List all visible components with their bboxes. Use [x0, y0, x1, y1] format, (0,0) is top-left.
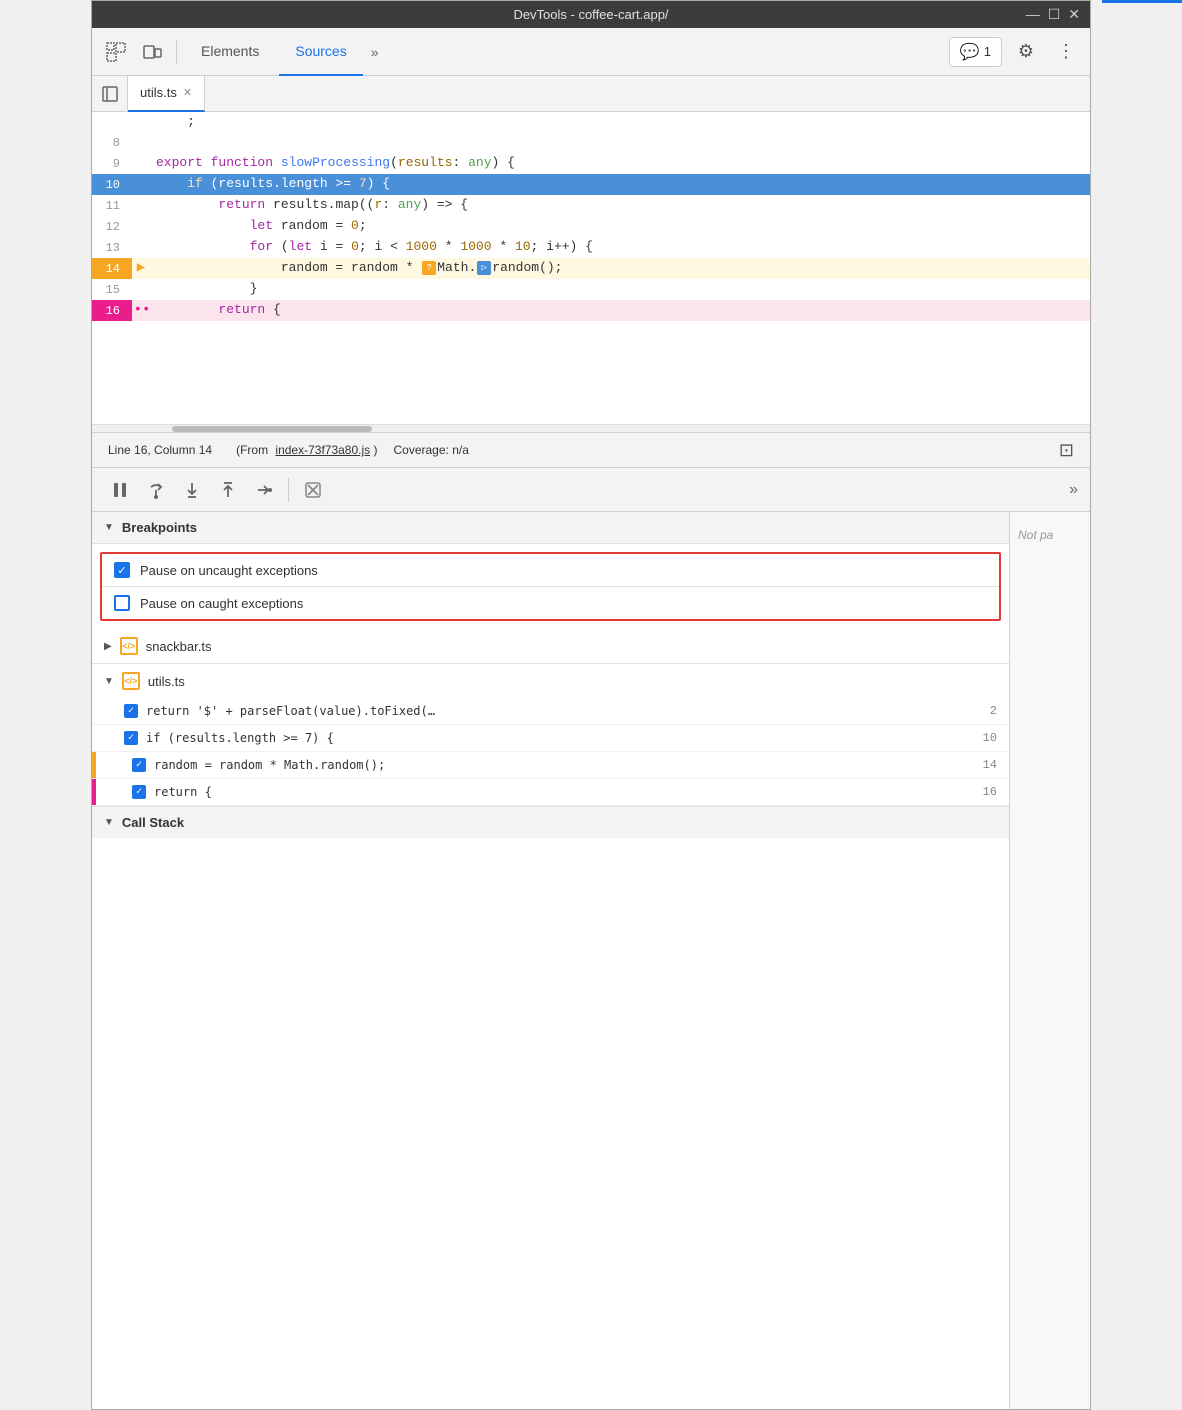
bp-cb-line16[interactable] [132, 785, 146, 799]
bp-file-utils-header[interactable]: ▼ </> utils.ts [92, 664, 1009, 698]
code-line: 8 [92, 132, 1090, 153]
step-into-btn[interactable] [176, 474, 208, 506]
source-file-link[interactable]: index-73f73a80.js [275, 443, 370, 457]
bp-cb-line2[interactable] [124, 704, 138, 718]
console-count: 1 [984, 44, 991, 59]
pause-caught-item[interactable]: Pause on caught exceptions [102, 587, 999, 619]
code-editor: ; 8 9 export function slowProcessing(res… [92, 112, 1090, 432]
bp-file-utils: ▼ </> utils.ts return '$' + parseFloat(v… [92, 664, 1009, 807]
deactivate-breakpoints-btn[interactable] [297, 474, 329, 506]
pause-uncaught-checkbox[interactable] [114, 562, 130, 578]
window-title: DevTools - coffee-cart.app/ [513, 7, 668, 22]
nav-divider-1 [176, 40, 177, 64]
call-stack-arrow: ▼ [104, 817, 114, 828]
code-line: 12 let random = 0; [92, 216, 1090, 237]
title-bar: DevTools - coffee-cart.app/ — ☐ ✕ [92, 1, 1090, 28]
minimize-btn[interactable]: — [1026, 6, 1040, 23]
bp-item-line2[interactable]: return '$' + parseFloat(value).toFixed(…… [92, 698, 1009, 725]
file-tabs-bar: utils.ts ✕ [92, 76, 1090, 112]
bottom-panel: ▼ Breakpoints Pause on uncaught exceptio… [92, 512, 1090, 1409]
nav-bar: Elements Sources » 💬 1 ⚙ ⋮ [92, 28, 1090, 76]
inspect-icon[interactable] [100, 36, 132, 68]
panel-left: ▼ Breakpoints Pause on uncaught exceptio… [92, 512, 1010, 1409]
bp-code-line14: random = random * Math.random(); [154, 758, 385, 772]
file-tab-close-btn[interactable]: ✕ [183, 86, 192, 99]
console-badge-btn[interactable]: 💬 1 [949, 37, 1002, 67]
bp-item-line14[interactable]: random = random * Math.random(); 14 [92, 752, 1009, 779]
device-toggle-icon[interactable] [136, 36, 168, 68]
code-line: 13 for (let i = 0; i < 1000 * 1000 * 10;… [92, 237, 1090, 258]
code-content[interactable]: ; 8 9 export function slowProcessing(res… [92, 112, 1090, 424]
status-bar: Line 16, Column 14 (From index-73f73a80.… [92, 432, 1090, 468]
more-tabs-chevron[interactable]: » [367, 44, 383, 60]
coverage-status: Coverage: n/a [394, 443, 469, 457]
more-options-icon[interactable]: ⋮ [1050, 36, 1082, 68]
code-line: 9 export function slowProcessing(results… [92, 153, 1090, 174]
bp-line-num-2: 2 [977, 704, 997, 718]
cursor-position: Line 16, Column 14 [108, 443, 212, 457]
code-line: 11 return results.map((r: any) => { [92, 195, 1090, 216]
nav-right: 💬 1 ⚙ ⋮ [949, 36, 1082, 68]
call-stack-label: Call Stack [122, 815, 184, 830]
step-btn[interactable] [248, 474, 280, 506]
breakpoints-label: Breakpoints [122, 520, 197, 535]
horizontal-scrollbar[interactable] [92, 424, 1090, 432]
breakpoints-section-header[interactable]: ▼ Breakpoints [92, 512, 1009, 544]
settings-icon[interactable]: ⚙ [1010, 36, 1042, 68]
utils-collapse-arrow: ▼ [104, 676, 114, 687]
tab-sources[interactable]: Sources [279, 28, 362, 76]
exception-box: Pause on uncaught exceptions Pause on ca… [100, 552, 1001, 621]
bp-file-snackbar-header[interactable]: ▶ </> snackbar.ts [92, 629, 1009, 663]
step-over-btn[interactable] [140, 474, 172, 506]
step-out-btn[interactable] [212, 474, 244, 506]
code-line-10: 10 if (results.length >= 7) { [92, 174, 1090, 195]
bp-item-line10[interactable]: if (results.length >= 7) { 10 [92, 725, 1009, 752]
pause-uncaught-item[interactable]: Pause on uncaught exceptions [102, 554, 999, 587]
maximize-btn[interactable]: ☐ [1048, 6, 1061, 23]
utils-filename: utils.ts [148, 674, 185, 689]
breakpoints-arrow: ▼ [104, 522, 114, 533]
snackbar-file-icon: </> [120, 637, 138, 655]
window-controls: — ☐ ✕ [1026, 6, 1080, 23]
console-icon: 💬 [960, 42, 980, 62]
bp-code-line2: return '$' + parseFloat(value).toFixed(… [146, 704, 435, 718]
bp-cb-line14[interactable] [132, 758, 146, 772]
code-line: 15 } [92, 279, 1090, 300]
bp-code-line10: if (results.length >= 7) { [146, 731, 334, 745]
bp-file-snackbar: ▶ </> snackbar.ts [92, 629, 1009, 664]
file-tab-name: utils.ts [140, 85, 177, 100]
bp-item-line16[interactable]: return { 16 [92, 779, 1009, 806]
code-line: ; [92, 112, 1090, 132]
bp-code-line16: return { [154, 785, 212, 799]
pause-caught-checkbox[interactable] [114, 595, 130, 611]
debug-divider [288, 478, 289, 502]
devtools-window: DevTools - coffee-cart.app/ — ☐ ✕ Elemen… [91, 0, 1091, 1410]
tab-elements[interactable]: Elements [185, 28, 275, 76]
bp-line-num-16: 16 [977, 785, 997, 799]
snackbar-collapse-arrow: ▶ [104, 641, 112, 652]
code-line-14: 14 ▶ random = random * ?Math.▷random(); [92, 258, 1090, 279]
snackbar-filename: snackbar.ts [146, 639, 212, 654]
panel-right-text: Not pa [1018, 528, 1053, 542]
bp-line-num-10: 10 [977, 731, 997, 745]
panel-right: Not pa [1010, 512, 1090, 1409]
more-debug-actions-chevron[interactable]: » [1069, 481, 1078, 499]
pause-uncaught-label: Pause on uncaught exceptions [140, 563, 318, 578]
code-line-16: 16 •• return { [92, 300, 1090, 321]
file-tab-utils[interactable]: utils.ts ✕ [128, 76, 205, 112]
sidebar-toggle-btn[interactable] [92, 76, 128, 112]
call-stack-section-header[interactable]: ▼ Call Stack [92, 807, 1009, 838]
bp-cb-line10[interactable] [124, 731, 138, 745]
debug-toolbar: » [92, 468, 1090, 512]
bp-line-num-14: 14 [977, 758, 997, 772]
pause-caught-label: Pause on caught exceptions [140, 596, 303, 611]
utils-file-icon: </> [122, 672, 140, 690]
pause-btn[interactable] [104, 474, 136, 506]
drawer-icon[interactable]: ⊡ [1059, 440, 1074, 461]
close-btn[interactable]: ✕ [1068, 6, 1080, 23]
